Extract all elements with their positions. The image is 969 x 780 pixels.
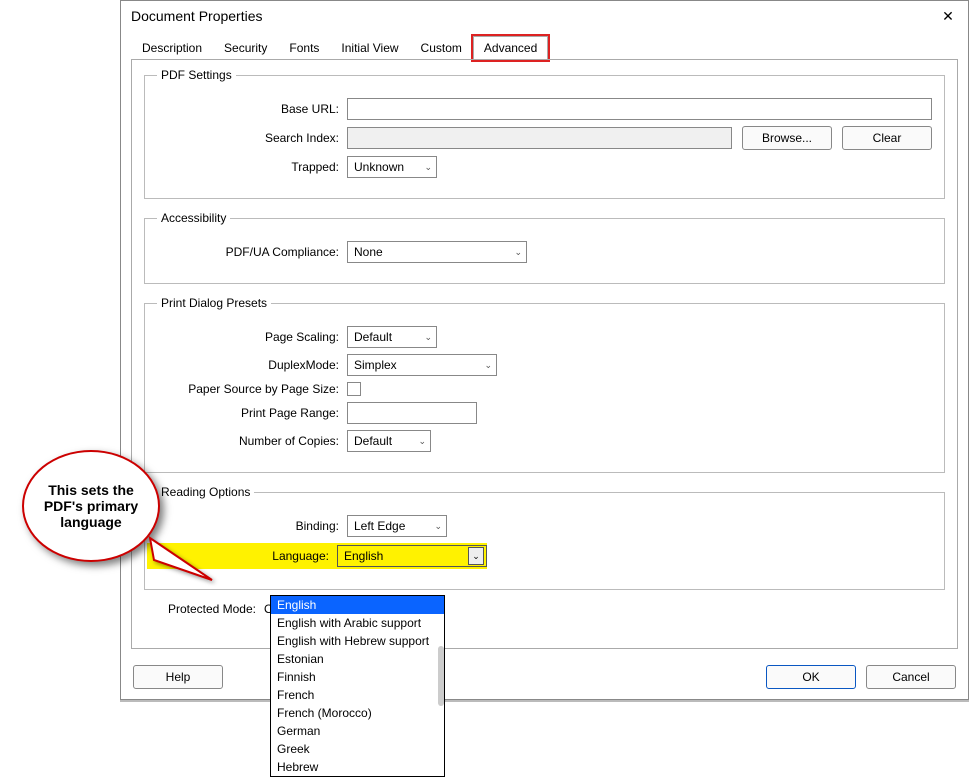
chevron-down-icon: ⌄: [418, 436, 426, 447]
callout-bubble: This sets the PDF's primary language: [22, 450, 160, 562]
page-scaling-select[interactable]: Default ⌄: [347, 326, 437, 348]
titlebar: Document Properties ✕: [121, 1, 968, 31]
language-value: English: [344, 549, 383, 563]
language-option[interactable]: French: [271, 686, 444, 704]
chevron-down-icon: ⌄: [468, 547, 484, 565]
print-presets-group: Print Dialog Presets Page Scaling: Defau…: [144, 296, 945, 473]
page-scaling-label: Page Scaling:: [157, 330, 347, 344]
accessibility-legend: Accessibility: [157, 211, 230, 225]
language-option[interactable]: Finnish: [271, 668, 444, 686]
tab-custom[interactable]: Custom: [410, 36, 473, 60]
language-option[interactable]: Hebrew: [271, 758, 444, 776]
language-option[interactable]: English: [271, 596, 444, 614]
background-document: [120, 700, 969, 780]
reading-options-group: Reading Options Binding: Left Edge ⌄ Lan…: [144, 485, 945, 590]
accessibility-group: Accessibility PDF/UA Compliance: None ⌄: [144, 211, 945, 284]
language-option[interactable]: English with Hebrew support: [271, 632, 444, 650]
duplex-select[interactable]: Simplex ⌄: [347, 354, 497, 376]
binding-select[interactable]: Left Edge ⌄: [347, 515, 447, 537]
language-option[interactable]: Greek: [271, 740, 444, 758]
paper-source-label: Paper Source by Page Size:: [157, 382, 347, 396]
paper-source-checkbox[interactable]: [347, 382, 361, 396]
dialog-footer: Help OK Cancel: [121, 659, 968, 699]
callout-text: This sets the PDF's primary language: [34, 482, 148, 530]
copies-value: Default: [354, 434, 392, 448]
ok-button[interactable]: OK: [766, 665, 856, 689]
language-option[interactable]: English with Arabic support: [271, 614, 444, 632]
trapped-label: Trapped:: [157, 160, 347, 174]
protected-mode-label: Protected Mode:: [148, 602, 264, 616]
binding-label: Binding:: [157, 519, 347, 533]
trapped-select[interactable]: Unknown ⌄: [347, 156, 437, 178]
chevron-down-icon: ⌄: [484, 360, 492, 371]
tab-security[interactable]: Security: [213, 36, 278, 60]
document-properties-window: Document Properties ✕ Description Securi…: [120, 0, 969, 700]
advanced-panel: PDF Settings Base URL: Search Index: Bro…: [131, 59, 958, 649]
language-option[interactable]: Estonian: [271, 650, 444, 668]
compliance-value: None: [354, 245, 383, 259]
base-url-input[interactable]: [347, 98, 932, 120]
print-range-input[interactable]: [347, 402, 477, 424]
pdf-settings-legend: PDF Settings: [157, 68, 236, 82]
search-index-input: [347, 127, 732, 149]
chevron-down-icon: ⌄: [424, 162, 432, 173]
browse-button[interactable]: Browse...: [742, 126, 832, 150]
binding-value: Left Edge: [354, 519, 405, 533]
tab-fonts[interactable]: Fonts: [278, 36, 330, 60]
compliance-select[interactable]: None ⌄: [347, 241, 527, 263]
page-scaling-value: Default: [354, 330, 392, 344]
language-option[interactable]: French (Morocco): [271, 704, 444, 722]
language-select[interactable]: English ⌄: [337, 545, 487, 567]
annotation-callout: This sets the PDF's primary language: [22, 450, 182, 562]
base-url-label: Base URL:: [157, 102, 347, 116]
tabbar: Description Security Fonts Initial View …: [121, 31, 968, 59]
clear-button[interactable]: Clear: [842, 126, 932, 150]
tab-initial-view[interactable]: Initial View: [330, 36, 409, 60]
tab-advanced[interactable]: Advanced: [473, 36, 548, 60]
tab-description[interactable]: Description: [131, 36, 213, 60]
print-presets-legend: Print Dialog Presets: [157, 296, 271, 310]
search-index-label: Search Index:: [157, 131, 347, 145]
duplex-value: Simplex: [354, 358, 397, 372]
chevron-down-icon: ⌄: [514, 247, 522, 258]
copies-label: Number of Copies:: [157, 434, 347, 448]
trapped-value: Unknown: [354, 160, 404, 174]
language-dropdown[interactable]: EnglishEnglish with Arabic supportEnglis…: [270, 595, 445, 777]
window-title: Document Properties: [131, 8, 938, 24]
help-button[interactable]: Help: [133, 665, 223, 689]
compliance-label: PDF/UA Compliance:: [157, 245, 347, 259]
copies-select[interactable]: Default ⌄: [347, 430, 431, 452]
language-option[interactable]: German: [271, 722, 444, 740]
close-icon[interactable]: ✕: [938, 8, 958, 25]
duplex-label: DuplexMode:: [157, 358, 347, 372]
print-range-label: Print Page Range:: [157, 406, 347, 420]
chevron-down-icon: ⌄: [434, 521, 442, 532]
cancel-button[interactable]: Cancel: [866, 665, 956, 689]
chevron-down-icon: ⌄: [424, 332, 432, 343]
pdf-settings-group: PDF Settings Base URL: Search Index: Bro…: [144, 68, 945, 199]
scrollbar[interactable]: [438, 646, 444, 706]
